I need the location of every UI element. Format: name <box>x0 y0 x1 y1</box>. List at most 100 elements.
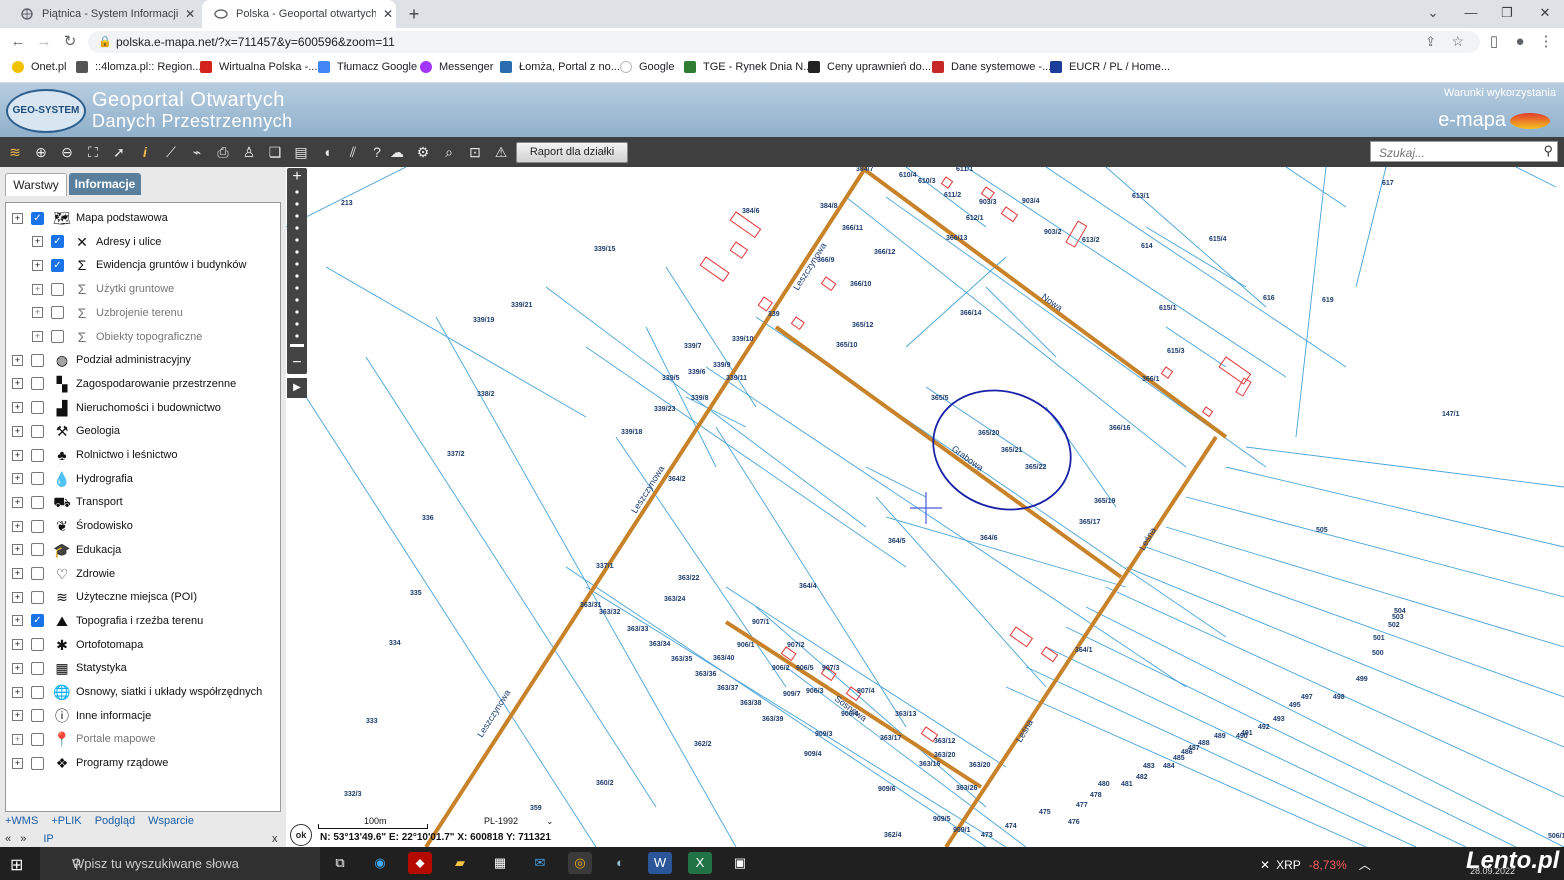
expand-toggle-icon[interactable]: + <box>12 473 23 485</box>
bookmark-google[interactable]: Google <box>620 61 674 73</box>
help-icon[interactable]: ? <box>368 143 386 161</box>
layer-checkbox[interactable]: ✓ <box>31 614 44 628</box>
task-view-icon[interactable]: ⧉ <box>328 852 352 874</box>
crs-select[interactable]: PL-1992 ⌄ <box>484 816 554 827</box>
cart-icon[interactable]: ⊡ <box>466 143 484 161</box>
info-icon[interactable]: i <box>136 143 154 161</box>
remote-app-icon[interactable]: ▣ <box>728 852 752 874</box>
menu-kebab-icon[interactable]: ⋮ <box>1536 32 1556 52</box>
map-search-input[interactable] <box>1377 143 1531 162</box>
add-wms-link[interactable]: +WMS <box>5 815 38 827</box>
layer-checkbox[interactable] <box>51 330 64 343</box>
layer-row[interactable]: + ✱ Ortofotomapa <box>12 634 143 656</box>
store-icon[interactable]: ▦ <box>488 852 512 874</box>
reload-icon[interactable]: ↻ <box>60 32 80 52</box>
search-icon[interactable]: ⚲ <box>1543 143 1553 159</box>
select-pointer-icon[interactable]: ➚ <box>110 143 128 161</box>
zoom-in-button[interactable]: + <box>287 168 307 186</box>
cadastral-map[interactable]: 213 339/15 339/21 339/19 384/7 384/8 384/6 366/… <box>286 167 1564 847</box>
expand-toggle-icon[interactable]: + <box>12 378 23 390</box>
layer-checkbox[interactable] <box>31 709 44 723</box>
layer-checkbox[interactable] <box>31 590 44 604</box>
layer-checkbox[interactable] <box>31 495 44 509</box>
expand-toggle-icon[interactable]: + <box>12 544 23 556</box>
expand-toggle-icon[interactable]: + <box>32 331 43 342</box>
bookmark-dane[interactable]: Dane systemowe -... <box>932 61 1051 73</box>
zoom-out-button[interactable]: − <box>287 354 307 372</box>
support-link[interactable]: Wsparcie <box>148 815 194 827</box>
expand-toggle-icon[interactable]: + <box>12 354 23 366</box>
layer-checkbox[interactable] <box>31 756 44 770</box>
profile-avatar-icon[interactable]: ● <box>1510 32 1530 52</box>
map-canvas[interactable]: 213 339/15 339/21 339/19 384/7 384/8 384/6 366/… <box>286 167 1564 847</box>
layer-row[interactable]: + ⛟ Transport <box>12 491 123 513</box>
layer-checkbox[interactable]: ✓ <box>51 235 64 249</box>
window-icon[interactable]: ▤ <box>292 143 310 161</box>
hatch-icon[interactable]: ⫽ <box>344 143 362 161</box>
layer-checkbox[interactable] <box>31 638 44 652</box>
layer-row[interactable]: + 🎓 Edukacja <box>12 539 121 561</box>
edge-icon[interactable]: ◉ <box>368 852 392 874</box>
layer-row[interactable]: + Σ Użytki gruntowe <box>32 278 174 300</box>
expand-toggle-icon[interactable]: + <box>12 615 23 627</box>
bookmark-wp[interactable]: Wirtualna Polska -... <box>200 61 317 73</box>
browser-tab-geoportal[interactable]: Polska - Geoportal otwartych da ✕ <box>202 0 396 28</box>
layer-row[interactable]: + ✓ ⛰ Topografia i rzeźba terenu <box>12 610 203 632</box>
tab-close-icon[interactable]: ✕ <box>182 7 198 21</box>
layer-row[interactable]: + 📍 Portale mapowe <box>12 728 156 750</box>
layer-checkbox[interactable] <box>31 567 44 580</box>
zoom-in-icon[interactable]: ⊕ <box>32 143 50 161</box>
layer-checkbox[interactable] <box>31 543 44 557</box>
tab-close-icon[interactable]: ✕ <box>380 7 396 21</box>
tab-search-chevron-icon[interactable]: ⌄ <box>1418 3 1448 23</box>
excel-icon[interactable]: X <box>688 852 712 874</box>
layer-row[interactable]: + ✓ ✕ Adresy i ulice <box>32 231 161 253</box>
layer-checkbox[interactable] <box>31 519 44 533</box>
bookmark-lomza[interactable]: Łomża, Portal z no... <box>500 61 620 73</box>
layer-row[interactable]: + ❖ Programy rządowe <box>12 752 168 774</box>
bookmark-ceny[interactable]: Ceny uprawnień do... <box>808 61 931 73</box>
measure-distance-icon[interactable]: ⟋ <box>162 143 180 161</box>
bookmark-star-icon[interactable]: ☆ <box>1451 33 1464 50</box>
parcel-report-button[interactable]: Raport dla działki <box>516 142 628 163</box>
layer-checkbox[interactable] <box>31 661 44 675</box>
expand-toggle-icon[interactable]: + <box>12 212 23 224</box>
expand-toggle-icon[interactable]: + <box>12 686 23 698</box>
taskbar-search-box[interactable]: ⚲ Wpisz tu wyszukiwane słowa <box>40 847 320 880</box>
expand-toggle-icon[interactable]: + <box>12 733 23 745</box>
layer-row[interactable]: + ♣ Rolnictwo i leśnictwo <box>12 444 177 466</box>
acrobat-icon[interactable]: ⬥ <box>408 852 432 874</box>
layer-checkbox[interactable] <box>51 282 64 296</box>
expand-toggle-icon[interactable]: + <box>12 568 23 579</box>
expand-toggle-icon[interactable]: + <box>12 520 23 532</box>
windows-start-icon[interactable]: ⊞ <box>10 855 23 875</box>
street-view-icon[interactable]: ♙ <box>240 143 258 161</box>
expand-toggle-icon[interactable]: + <box>32 283 43 295</box>
find-location-icon[interactable]: ⌕ <box>440 143 458 161</box>
cloud-upload-icon[interactable]: ☁ <box>388 143 406 161</box>
layer-checkbox[interactable] <box>31 732 44 746</box>
minimize-icon[interactable]: — <box>1456 3 1486 23</box>
word-icon[interactable]: W <box>648 852 672 874</box>
new-tab-button[interactable]: + <box>402 4 426 24</box>
layer-row[interactable]: + ❦ Środowisko <box>12 515 133 537</box>
layer-checkbox[interactable] <box>31 472 44 486</box>
print-icon[interactable]: ⎙ <box>214 143 232 161</box>
xrp-ticker[interactable]: ✕ XRP -8,73% ︿ <box>1260 856 1371 873</box>
tab-information[interactable]: Informacje <box>69 173 141 195</box>
bookmark-onet[interactable]: Onet.pl <box>12 61 66 73</box>
close-window-icon[interactable]: ✕ <box>1530 3 1560 23</box>
layer-row[interactable]: + ♡ Zdrowie <box>12 563 115 585</box>
zoom-slider[interactable] <box>287 168 307 374</box>
back-arrow-icon[interactable]: ← <box>8 32 28 52</box>
ip-link[interactable]: IP <box>43 833 53 845</box>
layer-checkbox[interactable]: ✓ <box>51 258 64 272</box>
layer-row[interactable]: + Σ Obiekty topograficzne <box>32 326 202 348</box>
layer-checkbox[interactable] <box>31 424 44 438</box>
panel-close-button[interactable]: x <box>272 833 278 845</box>
layer-checkbox[interactable] <box>31 353 44 367</box>
share-icon[interactable]: ⇪ <box>1425 34 1436 50</box>
add-file-link[interactable]: +PLIK <box>51 815 81 827</box>
expand-toggle-icon[interactable]: + <box>12 449 23 461</box>
warning-icon[interactable]: ⚠ <box>492 143 510 161</box>
